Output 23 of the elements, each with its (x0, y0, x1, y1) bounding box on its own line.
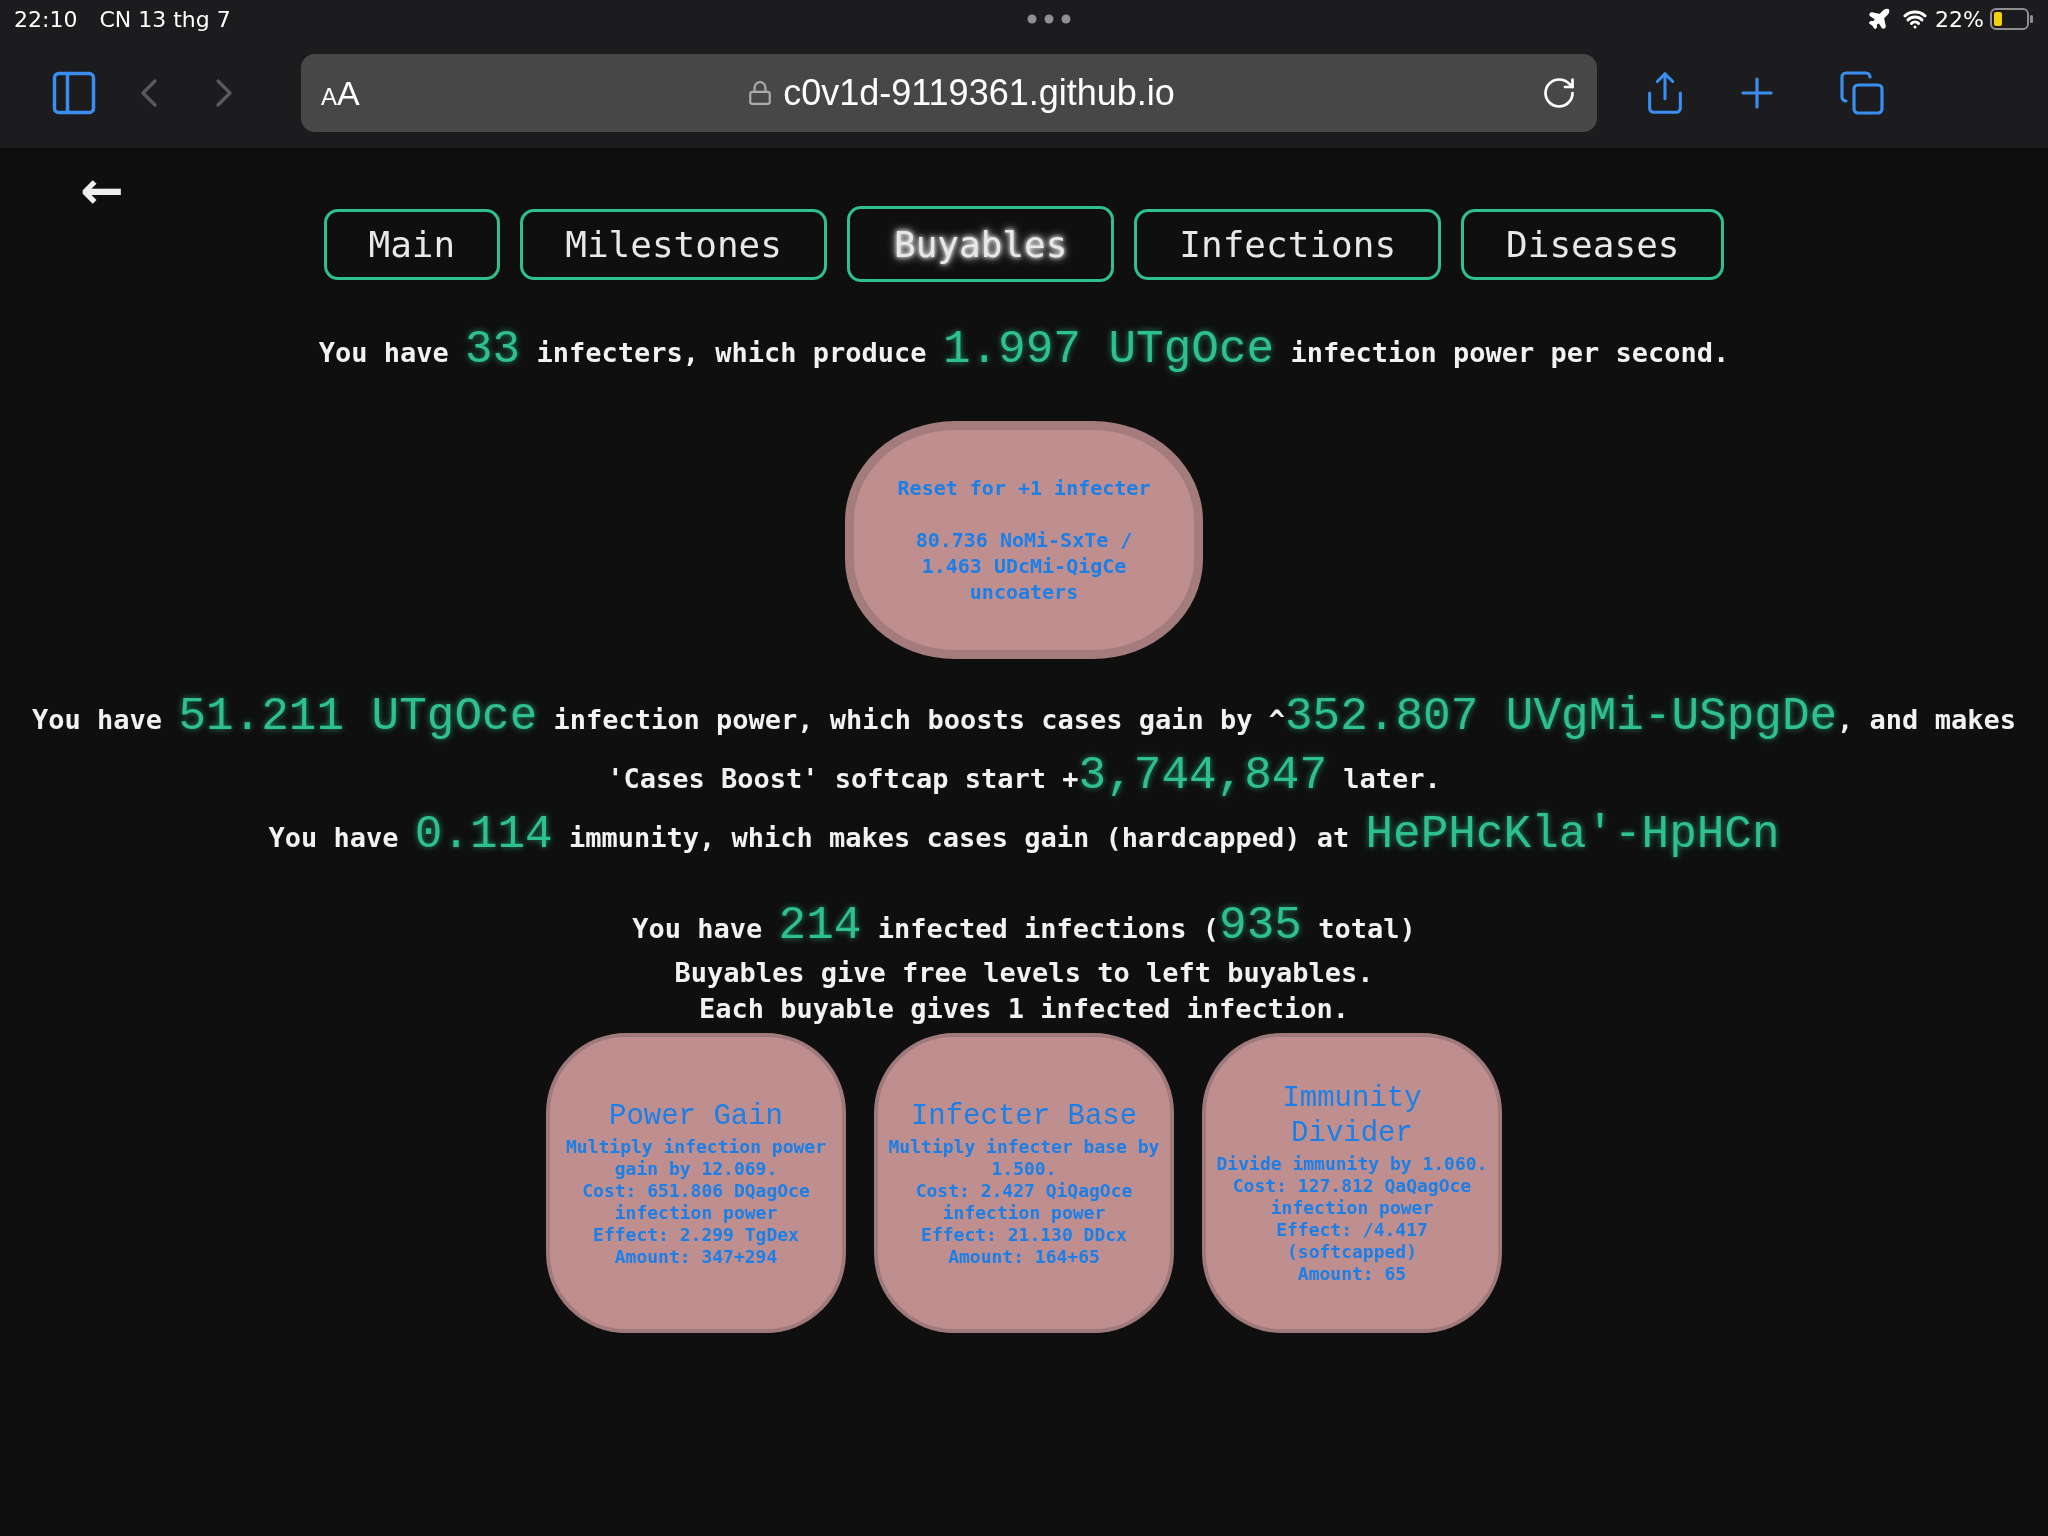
nav-tab[interactable]: Main (323, 208, 501, 280)
nav-tab[interactable]: Milestones (520, 208, 827, 280)
nav-tab[interactable]: Diseases (1461, 208, 1725, 280)
info-text: Buyables give free levels to left buyables. (673, 956, 1375, 990)
back-link[interactable]: ← (80, 160, 124, 220)
stat-text: You have 51.211 UTgOce infection power, which boosts cases gain by ^352.807 UVgMi-USpgDe, and makes 'Cases Boost' softcap start +3,744,847 later. (31, 690, 2017, 804)
reload-icon[interactable] (1541, 75, 1577, 111)
battery-icon (1990, 8, 2034, 30)
nav-tab[interactable]: Infections (1134, 208, 1442, 280)
info-text: You have 214 infected infections (935 total) (632, 900, 1416, 954)
stat-text: You have 0.114 immunity, which makes cases gain (hardcapped) at HePHcKla'-HpHCn (267, 808, 1781, 863)
status-date: CN 13 thg 7 (99, 6, 231, 32)
address-bar[interactable]: AA c0v1d-9119361.github.io (301, 54, 1597, 132)
more-dots-icon[interactable] (1026, 14, 1071, 24)
lock-icon (747, 80, 774, 106)
battery-percent: 22% (1935, 6, 1984, 32)
status-time: 22:10 (14, 6, 78, 32)
production-text: You have 33 infecters, which produce 1.997 UTgOce infection power per second. (318, 323, 1730, 378)
reader-button[interactable]: AA (321, 73, 381, 113)
info-text: Each buyable gives 1 infected infection. (697, 992, 1351, 1026)
airplane-icon (1867, 7, 1892, 31)
url-text: c0v1d-9119361.github.io (783, 72, 1175, 114)
nav-tab[interactable]: Buyables (846, 206, 1115, 282)
